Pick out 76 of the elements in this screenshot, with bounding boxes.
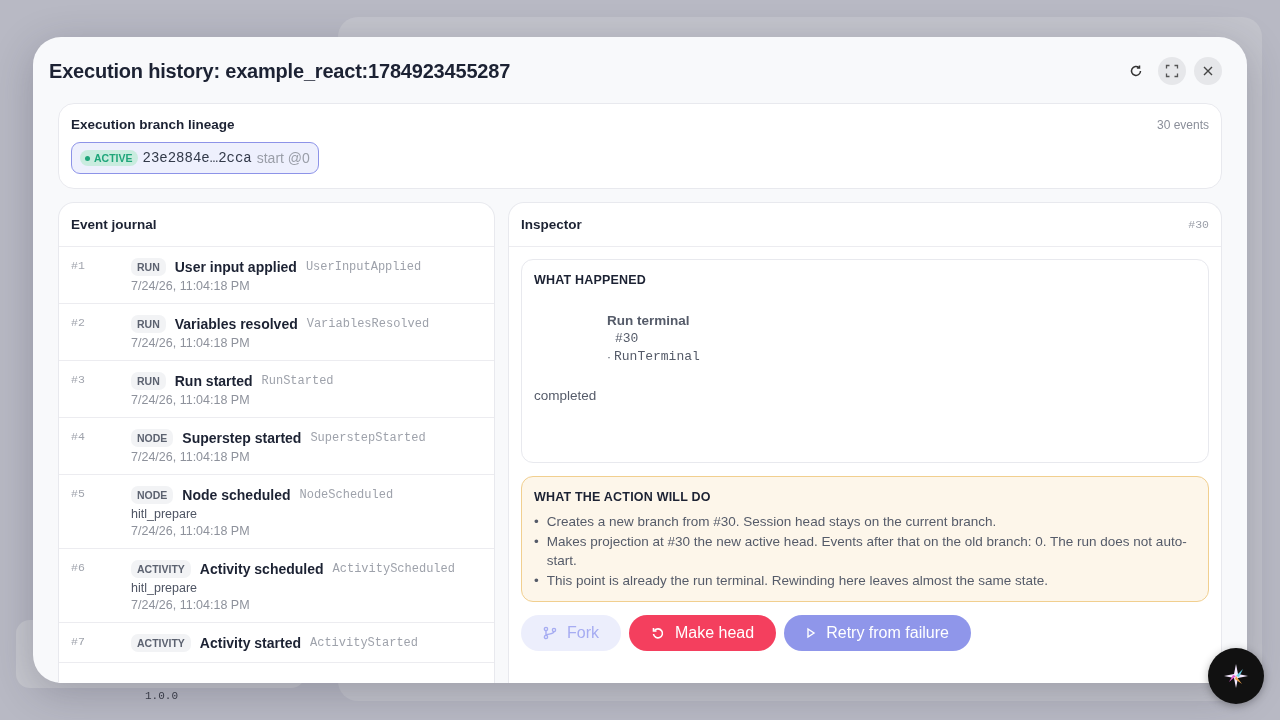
- event-time: 7/24/26, 11:04:18 PM: [131, 336, 251, 350]
- event-row[interactable]: #7 ACTIVITY Activity started ActivityStarted: [59, 623, 494, 663]
- event-number: #3: [71, 372, 86, 388]
- event-time: 7/24/26, 11:04:18 PM: [131, 598, 251, 612]
- category-tag: NODE: [131, 486, 174, 504]
- event-title: Node scheduled: [182, 487, 291, 503]
- refresh-icon: [1129, 64, 1143, 78]
- event-time: 7/24/26, 11:04:18 PM: [131, 279, 251, 293]
- panel-title: Event journal: [71, 217, 157, 232]
- event-type: RunStarted: [261, 374, 334, 388]
- category-tag: ACTIVITY: [131, 634, 191, 652]
- rewind-button[interactable]: Make head: [629, 615, 777, 651]
- play-icon: [806, 627, 817, 639]
- event-type: UserInputApplied: [305, 260, 422, 274]
- event-number: #30: [615, 331, 640, 346]
- category-tag: ACTIVITY: [131, 560, 191, 578]
- event-type: ActivityScheduled: [332, 562, 455, 576]
- bullet: •: [534, 571, 539, 590]
- card-heading: WHAT THE ACTION WILL DO: [534, 490, 712, 504]
- category-tag: RUN: [131, 315, 166, 333]
- event-title: Run terminal: [607, 313, 691, 328]
- event-title: User input applied: [174, 259, 297, 275]
- card-heading: WHAT HAPPENED: [534, 273, 648, 287]
- action-item: Makes projection at #30 the new active head. Events after that on the old branch: 0. The run does not auto-start.: [546, 532, 1188, 570]
- event-number: #4: [71, 429, 86, 445]
- event-number: #5: [71, 486, 86, 502]
- bullet: •: [534, 513, 539, 531]
- selected-event-number: #30: [1188, 218, 1209, 231]
- branch-id: 23e2884e…2cca: [142, 150, 252, 166]
- branch-icon: [543, 626, 557, 640]
- event-time: 7/24/26, 11:04:18 PM: [131, 450, 251, 464]
- event-row[interactable]: #4 NODE Superstep started SuperstepStarted 7/24/26, 11:04:18 PM: [59, 418, 494, 475]
- event-result: completed: [534, 388, 598, 403]
- branch-origin: start @0: [256, 150, 310, 166]
- event-title: Superstep started: [182, 430, 302, 446]
- close-button[interactable]: [1194, 57, 1222, 85]
- status-badge: ACTIVE: [80, 150, 138, 166]
- undo-icon: [651, 626, 665, 640]
- close-icon: [1202, 65, 1214, 77]
- event-type: NodeScheduled: [299, 488, 394, 502]
- event-type: ActivityStarted: [310, 636, 419, 650]
- event-row[interactable]: #2 RUN Variables resolved VariablesResolved 7/24/26, 11:04:18 PM: [59, 304, 494, 361]
- event-detail: hitl_prepare: [131, 581, 198, 595]
- version-label: 1.0.0: [145, 690, 178, 702]
- event-title: Activity scheduled: [199, 561, 324, 577]
- event-title: Variables resolved: [174, 316, 298, 332]
- event-row[interactable]: #3 RUN Run started RunStarted 7/24/26, 11:04:18 PM: [59, 361, 494, 418]
- event-row[interactable]: #1 RUN User input applied UserInputApplied 7/24/26, 11:04:18 PM: [59, 247, 494, 304]
- event-row[interactable]: #5 NODE Node scheduled NodeScheduled hitl_prepare 7/24/26, 11:04:18 PM: [59, 475, 494, 549]
- event-number: #1: [71, 258, 86, 274]
- category-tag: RUN: [131, 372, 166, 390]
- category-tag: RUN: [131, 258, 166, 276]
- event-time: 7/24/26, 11:04:18 PM: [131, 524, 251, 538]
- panel-title: Inspector: [521, 217, 582, 232]
- branch-chip[interactable]: ACTIVE 23e2884e…2cca start @0: [71, 142, 319, 174]
- fullscreen-icon: [1165, 64, 1179, 78]
- event-title: Activity started: [199, 635, 301, 651]
- event-type: RunTerminal: [614, 349, 700, 364]
- event-number: #2: [71, 315, 86, 331]
- event-number: #7: [71, 634, 86, 650]
- dialog-title: Execution history: example_react:1784923455287: [49, 59, 512, 83]
- section-title: Execution branch lineage: [71, 117, 235, 132]
- event-type: VariablesResolved: [306, 317, 430, 331]
- event-count: 30 events: [1156, 117, 1209, 132]
- action-item: This point is already the run terminal. Rewinding here leaves almost the same state.: [546, 571, 1048, 590]
- event-row[interactable]: #6 ACTIVITY Activity scheduled ActivityScheduled hitl_prepare 7/24/26, 11:04:18 PM: [59, 549, 494, 623]
- event-detail: hitl_prepare: [131, 507, 198, 521]
- event-title: Run started: [174, 373, 253, 389]
- category-tag: NODE: [131, 429, 174, 447]
- event-number: #6: [71, 560, 86, 576]
- event-type: SuperstepStarted: [310, 431, 426, 445]
- action-item: Creates a new branch from #30. Session head stays on the current branch.: [546, 513, 997, 531]
- fullscreen-button[interactable]: [1158, 57, 1186, 85]
- event-time: 7/24/26, 11:04:18 PM: [131, 393, 251, 407]
- bullet: •: [534, 532, 539, 551]
- separator-dot: ·: [607, 349, 611, 364]
